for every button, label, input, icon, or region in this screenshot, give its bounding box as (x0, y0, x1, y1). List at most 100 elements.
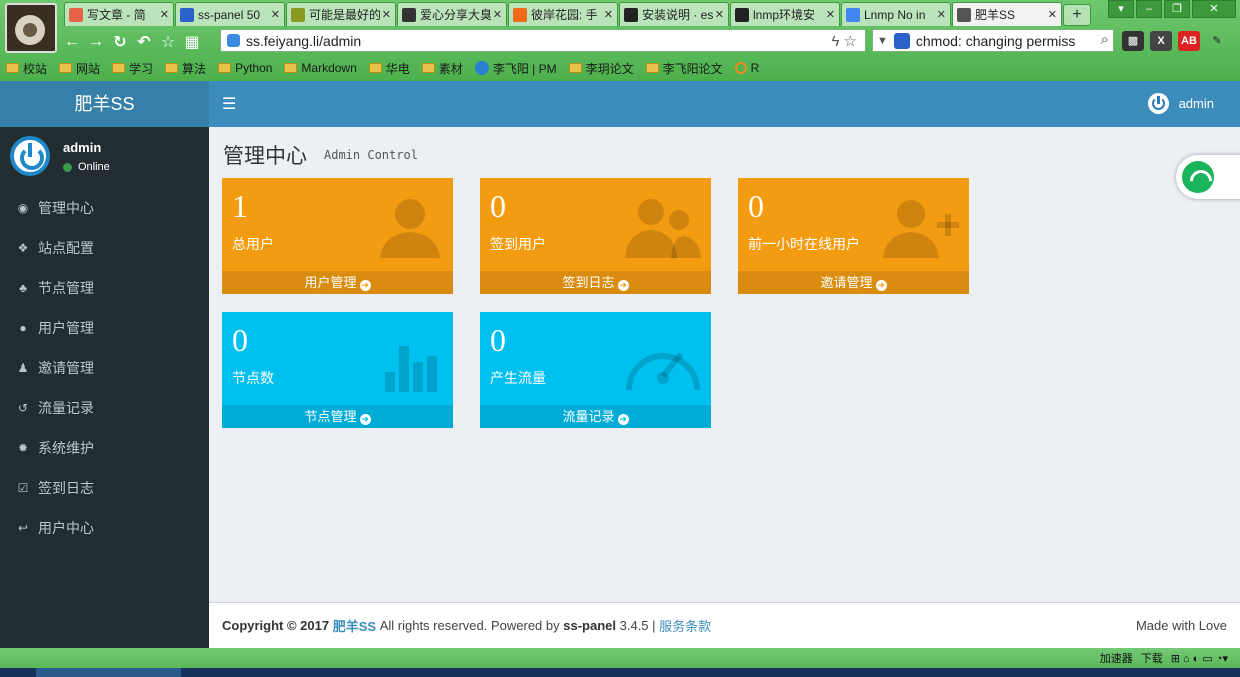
bookmark-label: 网站 (76, 61, 101, 76)
taskbar-item[interactable] (36, 668, 181, 677)
bookmark-item[interactable]: 华电 (368, 60, 410, 77)
reply-icon: ↩ (17, 521, 29, 535)
browser-tab[interactable]: 爱心分享大臭 ✕ (397, 2, 507, 26)
sidebar-item-label: 用户中心 (38, 520, 94, 536)
search-box[interactable]: ▼ chmod: changing permiss ⌕ (872, 29, 1114, 52)
folder-icon (368, 63, 382, 73)
sidebar-item[interactable]: ☑ 签到日志 (0, 468, 209, 508)
tab-close-icon[interactable]: ✕ (1048, 8, 1057, 21)
bookmark-item[interactable]: 李玥论文 (568, 60, 634, 77)
profile-avatar[interactable] (5, 3, 57, 53)
sidebar-item-label: 流量记录 (38, 400, 94, 416)
apps-grid-icon[interactable]: ▦ (180, 32, 204, 52)
new-tab-button[interactable]: + (1063, 4, 1091, 26)
bookmark-item[interactable]: 学习 (112, 60, 153, 77)
folder-icon (568, 63, 582, 73)
minimize-button[interactable]: – (1136, 0, 1162, 18)
download-label[interactable]: 下载 (1141, 650, 1163, 666)
star-icon[interactable]: ☆ (156, 32, 180, 52)
browser-tab[interactable]: Lnmp No in ✕ (841, 2, 951, 26)
bookmark-item[interactable]: 网站 (59, 60, 100, 77)
sidebar-item[interactable]: ❖ 站点配置 (0, 228, 209, 268)
sidebar-item[interactable]: ● 用户管理 (0, 308, 209, 348)
bookmark-label: Python (235, 61, 273, 75)
sidebar-item[interactable]: ✹ 系统维护 (0, 428, 209, 468)
bookmark-item[interactable]: Markdown (284, 61, 357, 75)
wrench-icon[interactable]: ✎ (1206, 31, 1228, 51)
sidebar-item[interactable]: ♟ 邀请管理 (0, 348, 209, 388)
bookmark-item[interactable]: R (734, 61, 759, 75)
tab-title: 写文章 - 简 (87, 8, 146, 22)
restore-button[interactable]: ❐ (1164, 0, 1190, 18)
close-window-button[interactable]: ✕ (1192, 0, 1236, 18)
bookmark-star-icon[interactable]: ϟ ☆ (831, 32, 857, 50)
users-icon (625, 199, 701, 258)
sidebar-item[interactable]: ♣ 节点管理 (0, 268, 209, 308)
browser-tab[interactable]: ss-panel 50 ✕ (175, 2, 285, 26)
sidebar-toggle-icon[interactable]: ☰ (222, 94, 236, 114)
network-widget[interactable] (1176, 155, 1240, 199)
search-engine-dropdown-icon[interactable]: ▼ (877, 35, 888, 47)
address-bar[interactable]: ss.feiyang.li/admin ϟ ☆ (220, 29, 866, 52)
excel-ext-icon[interactable]: X (1150, 31, 1172, 51)
back-icon[interactable]: ← (60, 33, 84, 51)
browser-tab[interactable]: 安装说明 · es ✕ (619, 2, 729, 26)
browser-tab[interactable]: 彼岸花园: 手 ✕ (508, 2, 618, 26)
tab-close-icon[interactable]: ✕ (160, 8, 169, 21)
tab-close-icon[interactable]: ✕ (604, 8, 613, 21)
browser-status-bar: 加速器 下载 ⊞ ⌂ ◐ ▭ ◔▾ (0, 648, 1240, 668)
terms-link[interactable]: 服务条款 (659, 616, 711, 635)
reload-icon[interactable]: ↻ (108, 32, 132, 52)
tab-close-icon[interactable]: ✕ (826, 8, 835, 21)
search-icon[interactable]: ⌕ (1101, 31, 1109, 48)
skin-icon[interactable]: ▾ (1108, 0, 1134, 18)
brand-link[interactable]: 肥羊SS (333, 616, 376, 635)
adblock-icon[interactable]: AB (1178, 31, 1200, 51)
logo[interactable]: 肥羊SS (0, 81, 209, 127)
node-manage-link[interactable]: 节点管理 ➜ (222, 405, 453, 428)
sitemap-icon: ♣ (19, 281, 27, 295)
browser-tab[interactable]: 肥羊SS ✕ (952, 2, 1062, 26)
rights-text: All rights reserved. Powered by (379, 618, 560, 633)
browser-chrome: 写文章 - 简 ✕ ss-panel 50 ✕ 可能是最好的 ✕ 爱心分享大臭 ✕ 彼岸花园: … (0, 0, 1240, 81)
tab-close-icon[interactable]: ✕ (271, 8, 280, 21)
sidebar: admin Online ◉ 管理中心 ❖ 站点配置 ♣ 节点管理 ● 用户管理 ♟ 邀请管理 ↺ 流… (0, 127, 209, 648)
sidebar-item-label: 节点管理 (38, 280, 94, 296)
sidebar-item[interactable]: ↩ 用户中心 (0, 508, 209, 548)
forward-icon[interactable]: → (84, 33, 108, 51)
traffic-log-link[interactable]: 流量记录 ➜ (480, 405, 711, 428)
bookmark-label: 算法 (182, 61, 207, 76)
tab-title: ss-panel 50 (198, 7, 261, 22)
bookmark-label: 李飞阳 | PM (492, 61, 557, 76)
checkin-log-link[interactable]: 签到日志 ➜ (480, 271, 711, 294)
browser-tab[interactable]: lnmp环境安 ✕ (730, 2, 840, 26)
tab-title: 彼岸花园: 手 (531, 8, 598, 22)
sidebar-item[interactable]: ↺ 流量记录 (0, 388, 209, 428)
box-label: 签到用户 (490, 236, 546, 252)
undo-close-icon[interactable]: ↶ (132, 32, 156, 52)
bookmark-item[interactable]: Python (218, 61, 272, 75)
tab-title: 可能是最好的 (309, 8, 380, 22)
tab-close-icon[interactable]: ✕ (493, 8, 502, 21)
bookmark-item[interactable]: 素材 (421, 60, 463, 77)
bookmark-item[interactable]: 李飞阳论文 (645, 60, 723, 77)
browser-tab[interactable]: 写文章 - 简 ✕ (64, 2, 174, 26)
bookmark-label: Markdown (301, 61, 357, 75)
tab-title: lnmp环境安 (753, 8, 816, 22)
tab-close-icon[interactable]: ✕ (715, 8, 724, 21)
site-icon (474, 61, 489, 75)
invite-manage-link[interactable]: 邀请管理 ➜ (738, 271, 969, 294)
top-user-menu[interactable]: admin (1147, 93, 1214, 114)
tab-close-icon[interactable]: ✕ (937, 8, 946, 21)
bookmark-item[interactable]: 校站 (6, 60, 47, 77)
accelerator-label[interactable]: 加速器 (1100, 650, 1133, 666)
sidebar-item[interactable]: ◉ 管理中心 (0, 188, 209, 228)
bookmark-item[interactable]: 算法 (165, 60, 206, 77)
status-tools-icon[interactable]: ⊞ ⌂ ◐ ▭ ◔▾ (1171, 652, 1228, 665)
version-text: 3.4.5 | (619, 618, 656, 633)
users-manage-link[interactable]: 用户管理 ➜ (222, 271, 453, 294)
qrcode-icon[interactable]: ▩ (1122, 31, 1144, 51)
bookmark-item[interactable]: 李飞阳 | PM (474, 60, 557, 77)
tab-close-icon[interactable]: ✕ (382, 8, 391, 21)
browser-tab[interactable]: 可能是最好的 ✕ (286, 2, 396, 26)
